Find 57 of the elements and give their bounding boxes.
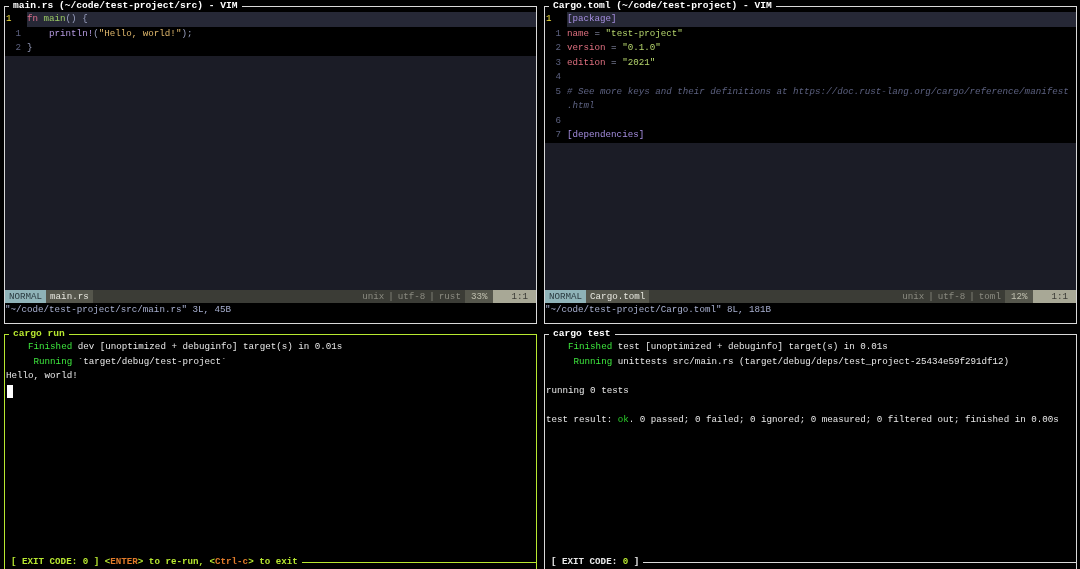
separator: | <box>928 290 934 303</box>
file-format: unix <box>901 290 926 303</box>
code-line: name = "test-project" <box>567 26 684 41</box>
terminal-pane[interactable]: cargo run Finished dev [unoptimized + debuginfo] target(s) in 0.01s Running `target/debug/test-project` Hello, world! [ EXIT CODE: 0 ] <ENTER> to re-run, <Ctrl-c> to exit <box>4 328 537 569</box>
code-line: println!("Hello, world!"); <box>48 26 194 41</box>
file-encoding: utf-8 <box>936 290 967 303</box>
line-number: 2 <box>554 41 562 55</box>
status-message: "~/code/test-project/Cargo.toml" 8L, 181B <box>545 303 773 317</box>
exit-status: [ EXIT CODE: 0 ] <box>550 555 641 569</box>
file-name: main.rs <box>46 290 93 303</box>
line-number: 1 <box>5 12 13 26</box>
file-format: unix <box>361 290 386 303</box>
code-line: edition = "2021" <box>567 55 657 70</box>
line-number: 2 <box>14 41 22 55</box>
terminal-cursor <box>7 384 13 398</box>
code-line: # See more keys and their definitions at https://doc.rust-lang.org/cargo/reference/manifest <box>567 84 1070 99</box>
output-line: Hello, world! <box>5 369 79 383</box>
terminal-pane[interactable]: main.rs (~/code/test-project/src) - VIM 1 fn main() { 1 println!("Hello, world!"); 2 } NORMAL main.rs unix | utf-8 | rust 33% 1:1 "~/code/test-project/src/main.rs" 3L, 45B <box>4 0 537 324</box>
file-type: toml <box>977 290 1002 303</box>
file-name: Cargo.toml <box>586 290 650 303</box>
terminal-pane[interactable] <box>544 0 1077 324</box>
code-line: [dependencies] <box>567 128 646 142</box>
code-line: .html <box>567 99 596 113</box>
separator: | <box>429 290 435 303</box>
mode-indicator: NORMAL <box>5 290 47 303</box>
pane-title: cargo run <box>12 329 66 340</box>
code-line: } <box>27 41 34 55</box>
line-number: 4 <box>554 70 562 84</box>
output-line: Finished dev [unoptimized + debuginfo] target(s) in 0.01s <box>27 340 344 354</box>
output-line: running 0 tests <box>545 383 630 398</box>
file-encoding: utf-8 <box>396 290 427 303</box>
file-type: rust <box>437 290 462 303</box>
terminal-pane[interactable] <box>544 328 1077 569</box>
output-line: test result: ok. 0 passed; 0 failed; 0 ignored; 0 measured; 0 filtered out; finished in 0.00s <box>545 412 1060 427</box>
separator: | <box>969 290 975 303</box>
line-number: 6 <box>554 113 562 128</box>
output-line: Running `target/debug/test-project` <box>32 354 228 369</box>
scroll-percent: 12% <box>1004 290 1034 303</box>
line-number: 1 <box>545 12 553 26</box>
cursor-position: 1:1 <box>493 290 536 303</box>
pane-title: main.rs (~/code/test-project/src) - VIM <box>12 1 239 12</box>
exit-status: [ EXIT CODE: 0 ] <ENTER> to re-run, <Ctrl-c> to exit <box>10 555 299 569</box>
scroll-percent: 33% <box>464 290 494 303</box>
mode-indicator: NORMAL <box>545 290 587 303</box>
pane-title: cargo test <box>552 329 612 340</box>
separator: | <box>388 290 394 303</box>
line-number: 7 <box>554 128 562 142</box>
pane-title: Cargo.toml (~/code/test-project) - VIM <box>552 1 773 12</box>
line-number: 1 <box>554 26 562 41</box>
status-message: "~/code/test-project/src/main.rs" 3L, 45B <box>5 303 233 317</box>
output-line: Finished test [unoptimized + debuginfo] target(s) in 0.01s <box>567 340 889 354</box>
line-number: 3 <box>554 55 562 70</box>
cursor-position: 1:1 <box>1033 290 1076 303</box>
output-line: Running unittests src/main.rs (target/debug/deps/test_project-25434e59f291df12) <box>572 354 1011 369</box>
code-line: version = "0.1.0" <box>567 41 662 55</box>
line-number: 5 <box>554 84 562 99</box>
line-number: 1 <box>14 26 22 41</box>
